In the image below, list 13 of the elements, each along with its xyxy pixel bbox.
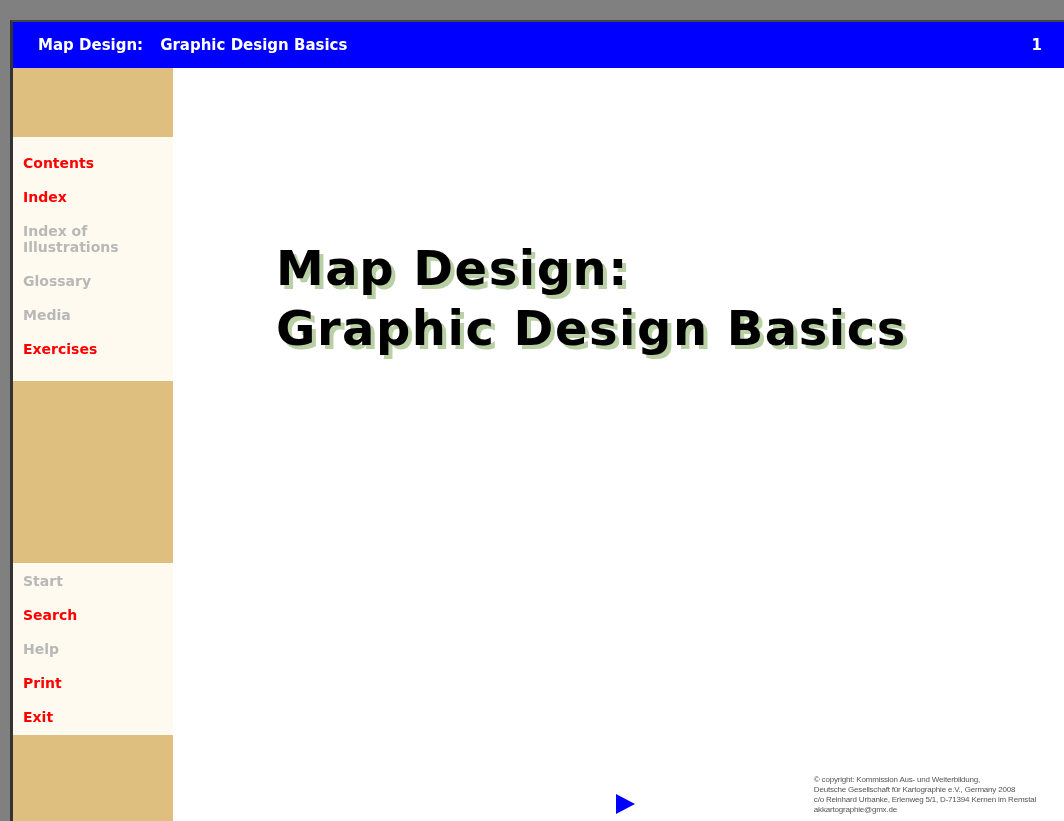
page-number: 1 xyxy=(1031,36,1042,54)
nav-link[interactable]: Print xyxy=(23,675,143,691)
page-title: Map Design: xyxy=(276,239,629,298)
next-arrow-icon[interactable] xyxy=(614,793,636,815)
nav-link[interactable]: Exit xyxy=(23,709,143,725)
nav-link[interactable]: Contents xyxy=(23,155,143,171)
nav-link[interactable]: Index xyxy=(23,189,143,205)
nav-link[interactable]: Search xyxy=(23,607,143,623)
page-title: Graphic Design Basics xyxy=(276,299,907,358)
header-subtitle: Graphic Design Basics xyxy=(160,36,349,54)
copyright-note: © copyright: Kommission Aus- und Weiterbildung, Deutsche Gesellschaft für Kartographie e.V., Germany 2008 c/o Reinhard Urbanke, Erlenweg 5/1, D-71394 Kernen im Remstal akkartographie@gmx.de xyxy=(813,775,1036,815)
header-title: Map Design: xyxy=(38,36,144,54)
nav-link[interactable]: Exercises xyxy=(23,341,143,357)
